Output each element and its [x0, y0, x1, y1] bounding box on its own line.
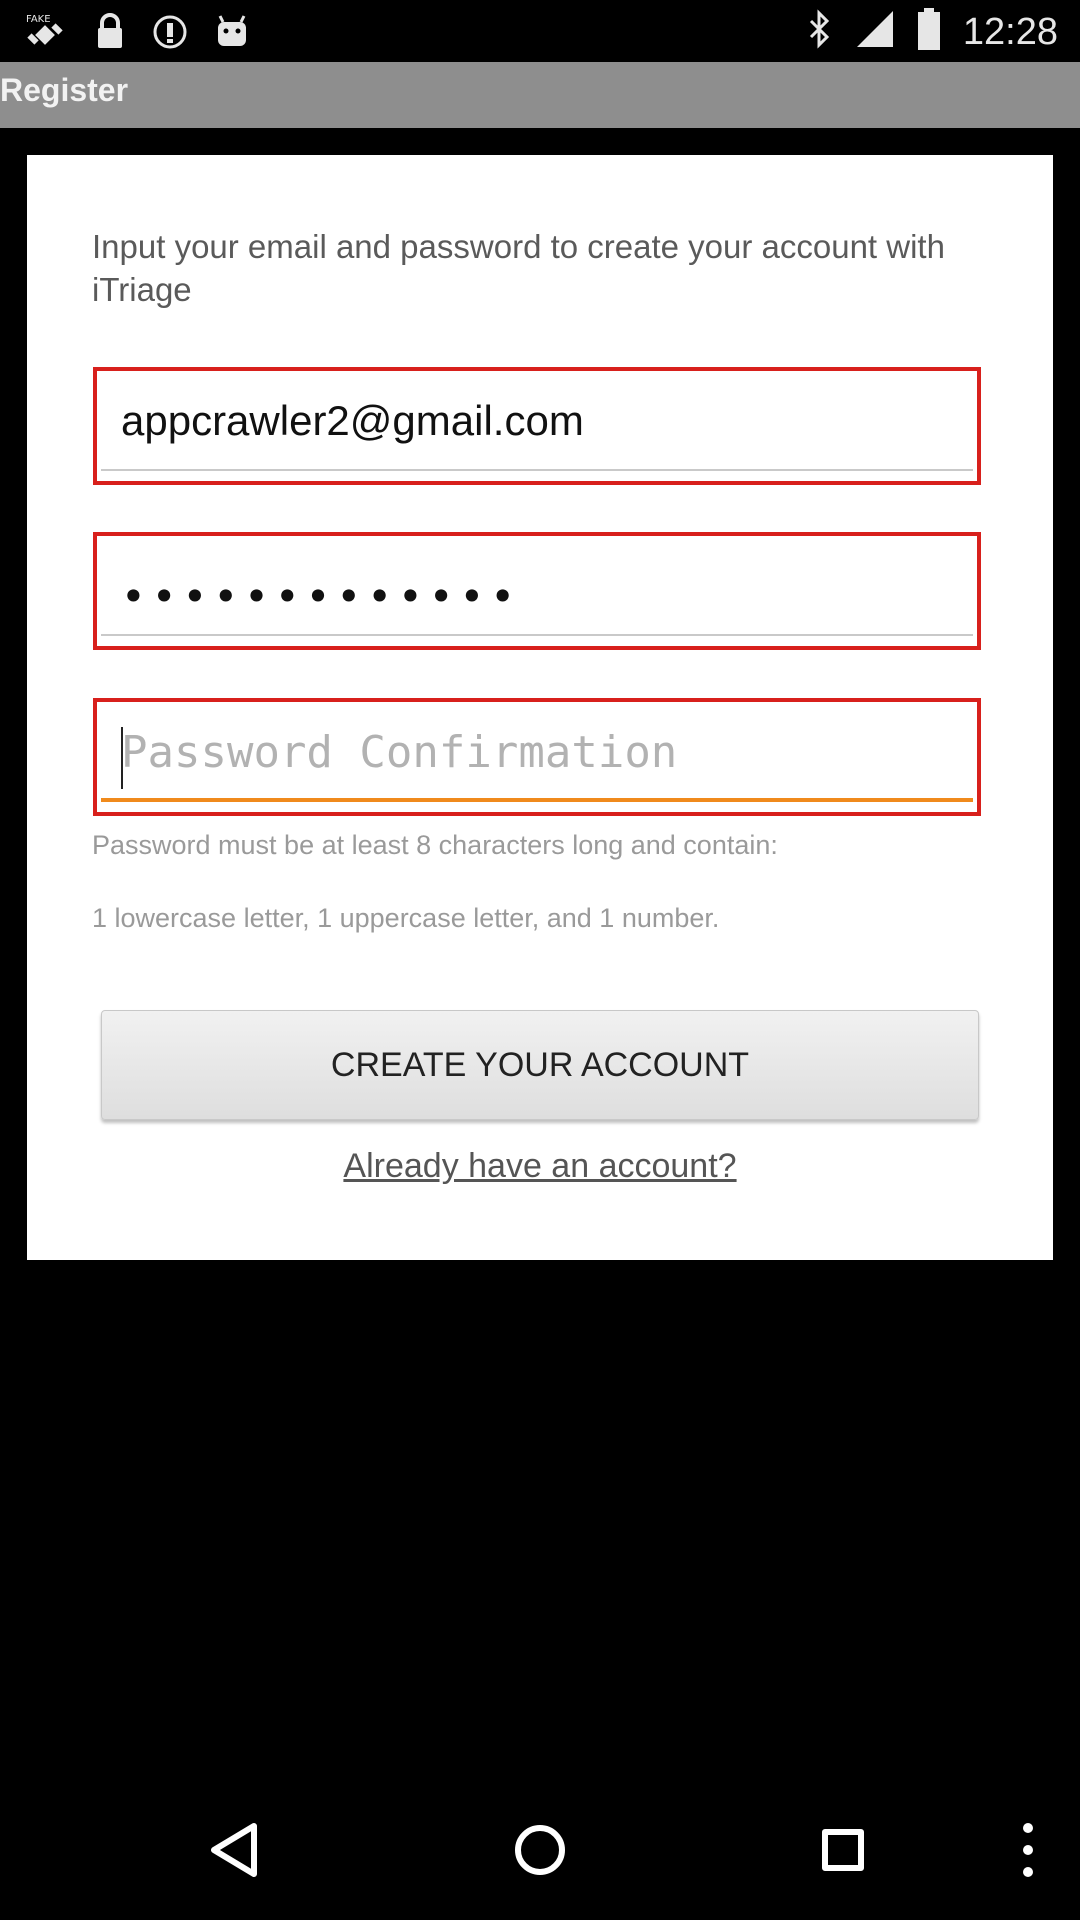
status-bar: FAKE 12:28	[0, 0, 1080, 62]
field-underline	[101, 634, 973, 636]
recents-icon[interactable]	[803, 1810, 883, 1890]
password-help-line-2: 1 lowercase letter, 1 uppercase letter, …	[92, 903, 720, 933]
create-account-button[interactable]: CREATE YOUR ACCOUNT	[101, 1010, 979, 1120]
already-have-account-link[interactable]: Already have an account?	[27, 1147, 1053, 1186]
password-help-line-1: Password must be at least 8 characters l…	[92, 830, 778, 860]
register-card: Input your email and password to create …	[27, 155, 1053, 1260]
status-right-icons: 12:28	[807, 8, 1058, 55]
password-confirmation-input[interactable]	[121, 724, 941, 780]
android-icon	[214, 14, 250, 55]
page-title: Register	[0, 72, 129, 108]
intro-text: Input your email and password to create …	[92, 228, 945, 308]
field-underline-focused	[101, 798, 973, 802]
back-icon[interactable]	[196, 1810, 276, 1890]
status-left-icons: FAKE	[24, 10, 250, 59]
navigation-bar	[0, 1780, 1080, 1920]
app-bar: Register	[0, 62, 1080, 128]
lock-icon	[94, 12, 126, 57]
svg-text:FAKE: FAKE	[26, 14, 51, 25]
email-value: appcrawler2@gmail.com	[121, 397, 584, 444]
info-circle-icon	[152, 14, 188, 55]
signal-icon	[855, 9, 895, 54]
home-icon[interactable]	[500, 1810, 580, 1890]
status-time: 12:28	[962, 10, 1058, 53]
fake-gps-icon: FAKE	[24, 10, 68, 59]
password-field[interactable]: •••••••••••••	[93, 532, 981, 650]
field-underline	[101, 469, 973, 471]
battery-icon	[917, 8, 941, 55]
overflow-menu-icon[interactable]	[988, 1810, 1068, 1890]
password-masked-value: •••••••••••••	[121, 572, 522, 621]
bluetooth-icon	[807, 9, 833, 54]
password-confirmation-field[interactable]	[93, 698, 981, 816]
email-field[interactable]: appcrawler2@gmail.com	[93, 367, 981, 485]
